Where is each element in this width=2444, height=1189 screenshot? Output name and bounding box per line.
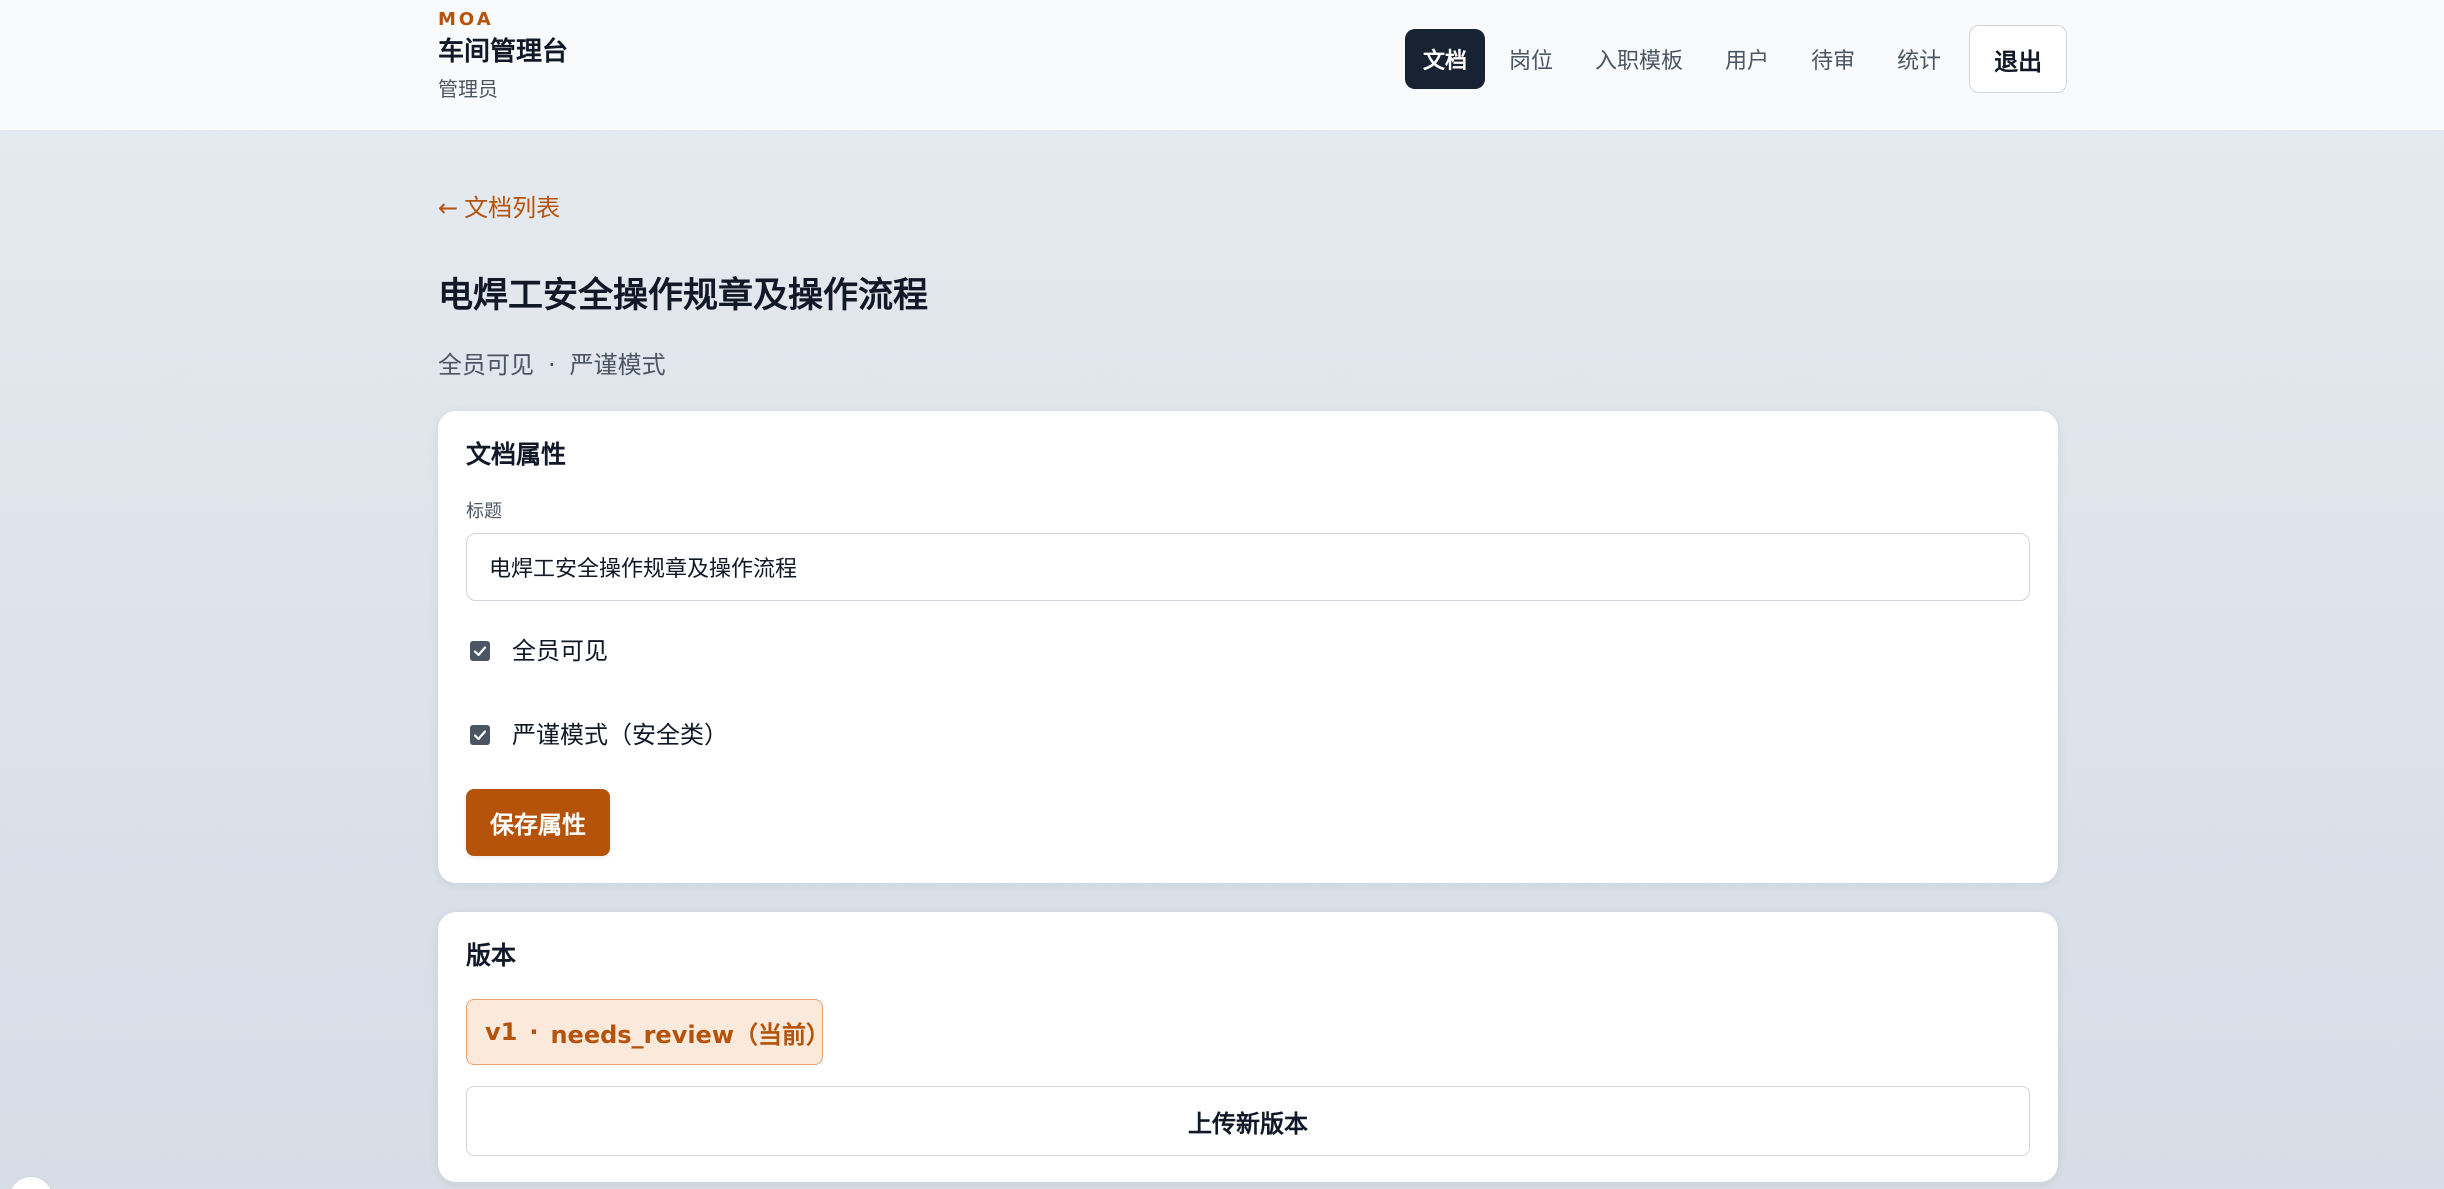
logout-button[interactable]: 退出 bbox=[1969, 25, 2068, 93]
current-version-badge[interactable]: v1 · needs_review（当前） bbox=[466, 999, 831, 1065]
meta-visibility: 全员可见 bbox=[438, 351, 534, 379]
version-number: v1 bbox=[485, 1018, 518, 1046]
versions-card: 版本 v1 · needs_review（当前） 上传新版本 bbox=[438, 912, 2058, 1182]
version-status: needs_review（当前） bbox=[550, 1020, 831, 1049]
corner-widget-icon[interactable] bbox=[8, 1176, 54, 1189]
upload-new-version-button[interactable]: 上传新版本 bbox=[466, 1086, 2030, 1156]
brand: MOA 车间管理台 管理员 bbox=[438, 8, 568, 104]
document-meta: 全员可见 · 严谨模式 bbox=[438, 347, 666, 383]
nav-item-users[interactable]: 用户 bbox=[1707, 29, 1787, 89]
meta-separator: · bbox=[548, 351, 556, 379]
user-role: 管理员 bbox=[438, 77, 498, 101]
app-title: 车间管理台 bbox=[438, 37, 569, 67]
page-title: 电焊工安全操作规章及操作流程 bbox=[438, 276, 929, 316]
back-to-document-list-link[interactable]: ← 文档列表 bbox=[438, 190, 560, 226]
nav-item-onboarding-templates[interactable]: 入职模板 bbox=[1577, 29, 1701, 89]
back-link-label: 文档列表 bbox=[464, 194, 561, 222]
document-properties-card: 文档属性 标题 全员可见 严谨模式（安全类） 保存属性 bbox=[438, 411, 2058, 883]
top-bar: MOA 车间管理台 管理员 文档 岗位 入职模板 用户 待审 统计 退出 bbox=[0, 0, 2444, 130]
title-input[interactable] bbox=[466, 533, 2030, 601]
meta-mode: 严谨模式 bbox=[569, 351, 666, 379]
checkbox-label-visible-to-all: 全员可见 bbox=[512, 637, 608, 665]
checkbox-visible-to-all[interactable]: 全员可见 bbox=[466, 633, 608, 669]
checkbox-label-strict-mode: 严谨模式（安全类） bbox=[512, 721, 728, 749]
version-separator: · bbox=[529, 1018, 539, 1046]
main-nav: 文档 岗位 入职模板 用户 待审 统计 退出 bbox=[1405, 25, 2068, 93]
brand-tag: MOA bbox=[438, 9, 494, 30]
properties-heading: 文档属性 bbox=[466, 440, 567, 469]
save-properties-button[interactable]: 保存属性 bbox=[466, 789, 610, 856]
checkbox-strict-mode[interactable]: 严谨模式（安全类） bbox=[466, 717, 728, 753]
nav-item-documents[interactable]: 文档 bbox=[1405, 29, 1486, 89]
nav-item-pending-review[interactable]: 待审 bbox=[1793, 29, 1873, 89]
nav-item-positions[interactable]: 岗位 bbox=[1491, 29, 1571, 89]
checkbox-checked-icon[interactable] bbox=[470, 641, 490, 661]
versions-heading: 版本 bbox=[466, 941, 517, 970]
title-field-label: 标题 bbox=[466, 501, 502, 522]
nav-item-statistics[interactable]: 统计 bbox=[1879, 29, 1959, 89]
back-arrow-icon: ← bbox=[438, 194, 459, 222]
checkbox-checked-icon[interactable] bbox=[470, 725, 490, 745]
